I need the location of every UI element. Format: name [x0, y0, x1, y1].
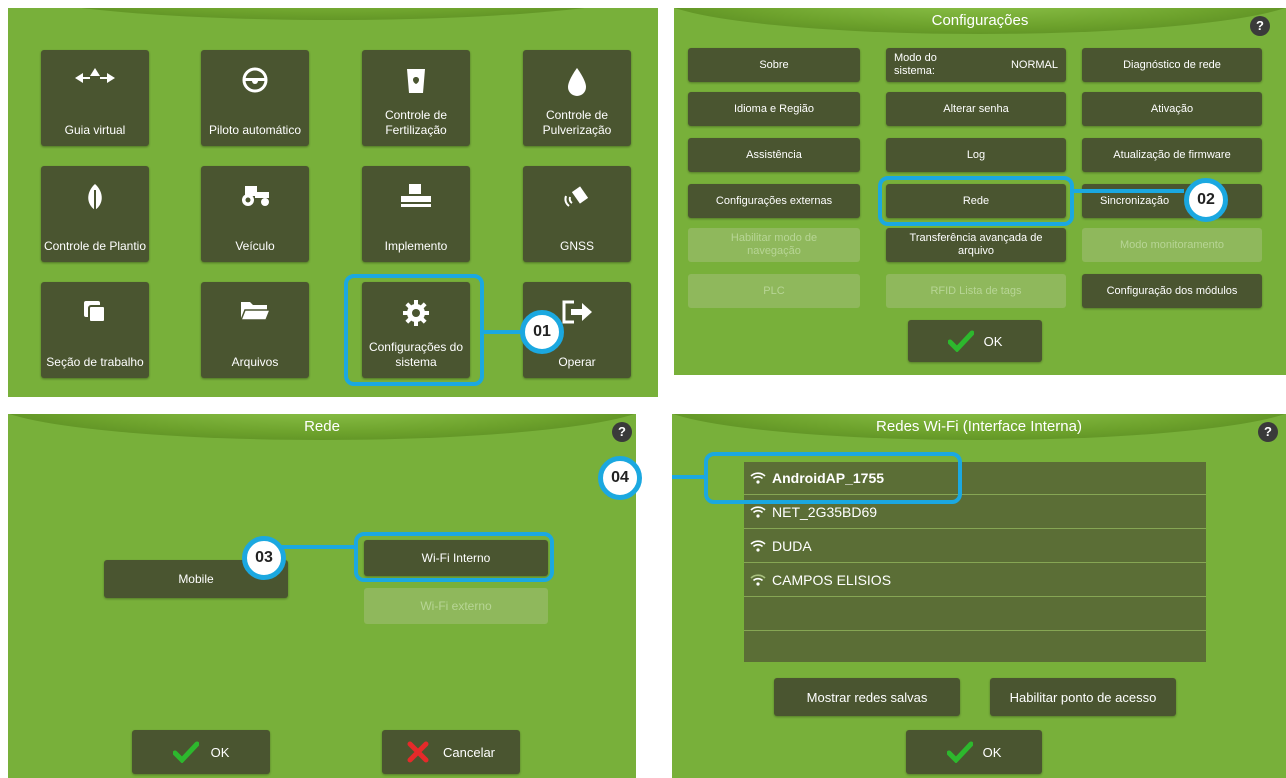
wifi-network-empty-row: [744, 598, 1206, 631]
transferencia-avancada-button[interactable]: Transferência avançada de arquivo: [886, 228, 1066, 262]
callout-badge-02: 02: [1184, 178, 1228, 222]
folder-icon: [201, 298, 309, 328]
check-icon: [946, 741, 973, 763]
tile-label: Guia virtual: [64, 123, 126, 137]
wifi-weak-icon: [750, 574, 766, 586]
callout-highlight-01: [344, 274, 484, 386]
cancel-x-icon: [407, 741, 429, 763]
ok-label: OK: [210, 744, 230, 760]
idioma-regiao-button[interactable]: Idioma e Região: [688, 92, 860, 126]
tractor-icon: [201, 182, 309, 212]
callout-badge-03: 03: [242, 536, 286, 580]
tile-controle-plantio[interactable]: Controle de Plantio: [41, 166, 149, 262]
modo-sistema-label: Modo do sistema:: [894, 52, 937, 77]
diagnostico-rede-button[interactable]: Diagnóstico de rede: [1082, 48, 1262, 82]
tile-arquivos[interactable]: Arquivos: [201, 282, 309, 378]
tile-label: Controle de Pulverização: [542, 108, 612, 137]
plc-button[interactable]: PLC: [688, 274, 860, 308]
wifi-network-name: CAMPOS ELISIOS: [772, 572, 892, 588]
steering-wheel-icon: [201, 66, 309, 96]
cancelar-label: Cancelar: [442, 744, 496, 760]
page-title: Rede: [304, 418, 340, 435]
tile-label: Controle de Fertilização: [384, 108, 448, 137]
help-icon[interactable]: ?: [1250, 16, 1270, 36]
tile-secao-trabalho[interactable]: Seção de trabalho: [41, 282, 149, 378]
page-title: Configurações: [931, 12, 1029, 29]
habilitar-ponto-acesso-button[interactable]: Habilitar ponto de acesso: [990, 678, 1176, 716]
modo-monitoramento-button[interactable]: Modo monitoramento: [1082, 228, 1262, 262]
ativacao-button[interactable]: Ativação: [1082, 92, 1262, 126]
wifi-network-item[interactable]: CAMPOS ELISIOS: [744, 564, 1206, 597]
tile-controle-pulverizacao[interactable]: Controle de Pulverização: [523, 50, 631, 146]
tile-label: Seção de trabalho: [46, 355, 144, 369]
ok-button[interactable]: OK: [908, 320, 1042, 362]
main-menu-panel: Guia virtual Piloto automático Controle …: [8, 8, 658, 397]
tile-gnss[interactable]: GNSS: [523, 166, 631, 262]
callout-connector-03: [278, 545, 356, 549]
wifi-panel: Redes Wi-Fi (Interface Interna) ? Androi…: [672, 414, 1286, 778]
fertilizer-bag-icon: [362, 66, 470, 96]
sincronizacao-label: Sincronização: [1100, 194, 1170, 207]
help-icon[interactable]: ?: [612, 422, 632, 442]
cancelar-button[interactable]: Cancelar: [382, 730, 520, 774]
tile-label: Operar: [558, 355, 596, 369]
callout-highlight-04: [704, 452, 962, 504]
callout-highlight-02: [878, 176, 1074, 226]
configuracao-modulos-button[interactable]: Configuração dos módulos: [1082, 274, 1262, 308]
arrows-icon: [41, 66, 149, 96]
ok-button[interactable]: OK: [132, 730, 270, 774]
callout-connector-02: [1072, 189, 1184, 193]
wifi-externo-button[interactable]: Wi-Fi externo: [364, 588, 548, 624]
wifi-network-name: DUDA: [772, 538, 812, 554]
tile-label: Arquivos: [231, 355, 279, 369]
tile-label: GNSS: [559, 239, 594, 253]
satellite-icon: [523, 182, 631, 212]
panel-header: [8, 8, 658, 20]
help-icon[interactable]: ?: [1258, 422, 1278, 442]
section-icon: [41, 298, 149, 328]
mostrar-redes-salvas-button[interactable]: Mostrar redes salvas: [774, 678, 960, 716]
configuracoes-externas-button[interactable]: Configurações externas: [688, 184, 860, 218]
ok-button[interactable]: OK: [906, 730, 1042, 774]
log-button[interactable]: Log: [886, 138, 1066, 172]
rede-panel: Rede ? Mobile Wi-Fi Interno Wi-Fi extern…: [8, 414, 636, 778]
page-title: Redes Wi-Fi (Interface Interna): [876, 418, 1082, 435]
wifi-icon: [750, 540, 766, 552]
assistencia-button[interactable]: Assistência: [688, 138, 860, 172]
callout-badge-04: 04: [598, 456, 642, 500]
ok-label: OK: [983, 333, 1003, 349]
implement-icon: [362, 182, 470, 212]
callout-badge-01: 01: [520, 310, 564, 354]
wifi-network-item[interactable]: DUDA: [744, 530, 1206, 563]
habilitar-navegacao-button[interactable]: Habilitar modo de navegação: [688, 228, 860, 262]
callout-connector-04: [672, 475, 706, 479]
rfid-lista-tags-button[interactable]: RFID Lista de tags: [886, 274, 1066, 308]
tile-implemento[interactable]: Implemento: [362, 166, 470, 262]
ok-label: OK: [982, 744, 1002, 760]
leaf-icon: [41, 182, 149, 212]
atualizacao-firmware-button[interactable]: Atualização de firmware: [1082, 138, 1262, 172]
wifi-network-name: NET_2G35BD69: [772, 504, 878, 520]
check-icon: [172, 741, 199, 763]
tile-controle-fertilizacao[interactable]: Controle de Fertilização: [362, 50, 470, 146]
callout-highlight-03: [354, 532, 554, 582]
modo-sistema-button[interactable]: Modo do sistema: NORMAL: [886, 48, 1066, 82]
tile-guia-virtual[interactable]: Guia virtual: [41, 50, 149, 146]
sobre-button[interactable]: Sobre: [688, 48, 860, 82]
alterar-senha-button[interactable]: Alterar senha: [886, 92, 1066, 126]
tile-label: Implemento: [384, 239, 448, 253]
tile-label: Controle de Plantio: [43, 239, 147, 253]
tile-label: Piloto automático: [208, 123, 302, 137]
config-panel: Configurações ? Sobre Modo do sistema: N…: [674, 8, 1286, 375]
tile-veiculo[interactable]: Veículo: [201, 166, 309, 262]
check-icon: [947, 330, 974, 352]
wifi-icon: [750, 506, 766, 518]
tile-label: Veículo: [235, 239, 275, 253]
modo-sistema-value: NORMAL: [1010, 58, 1058, 71]
drop-icon: [523, 66, 631, 96]
tile-piloto-automatico[interactable]: Piloto automático: [201, 50, 309, 146]
